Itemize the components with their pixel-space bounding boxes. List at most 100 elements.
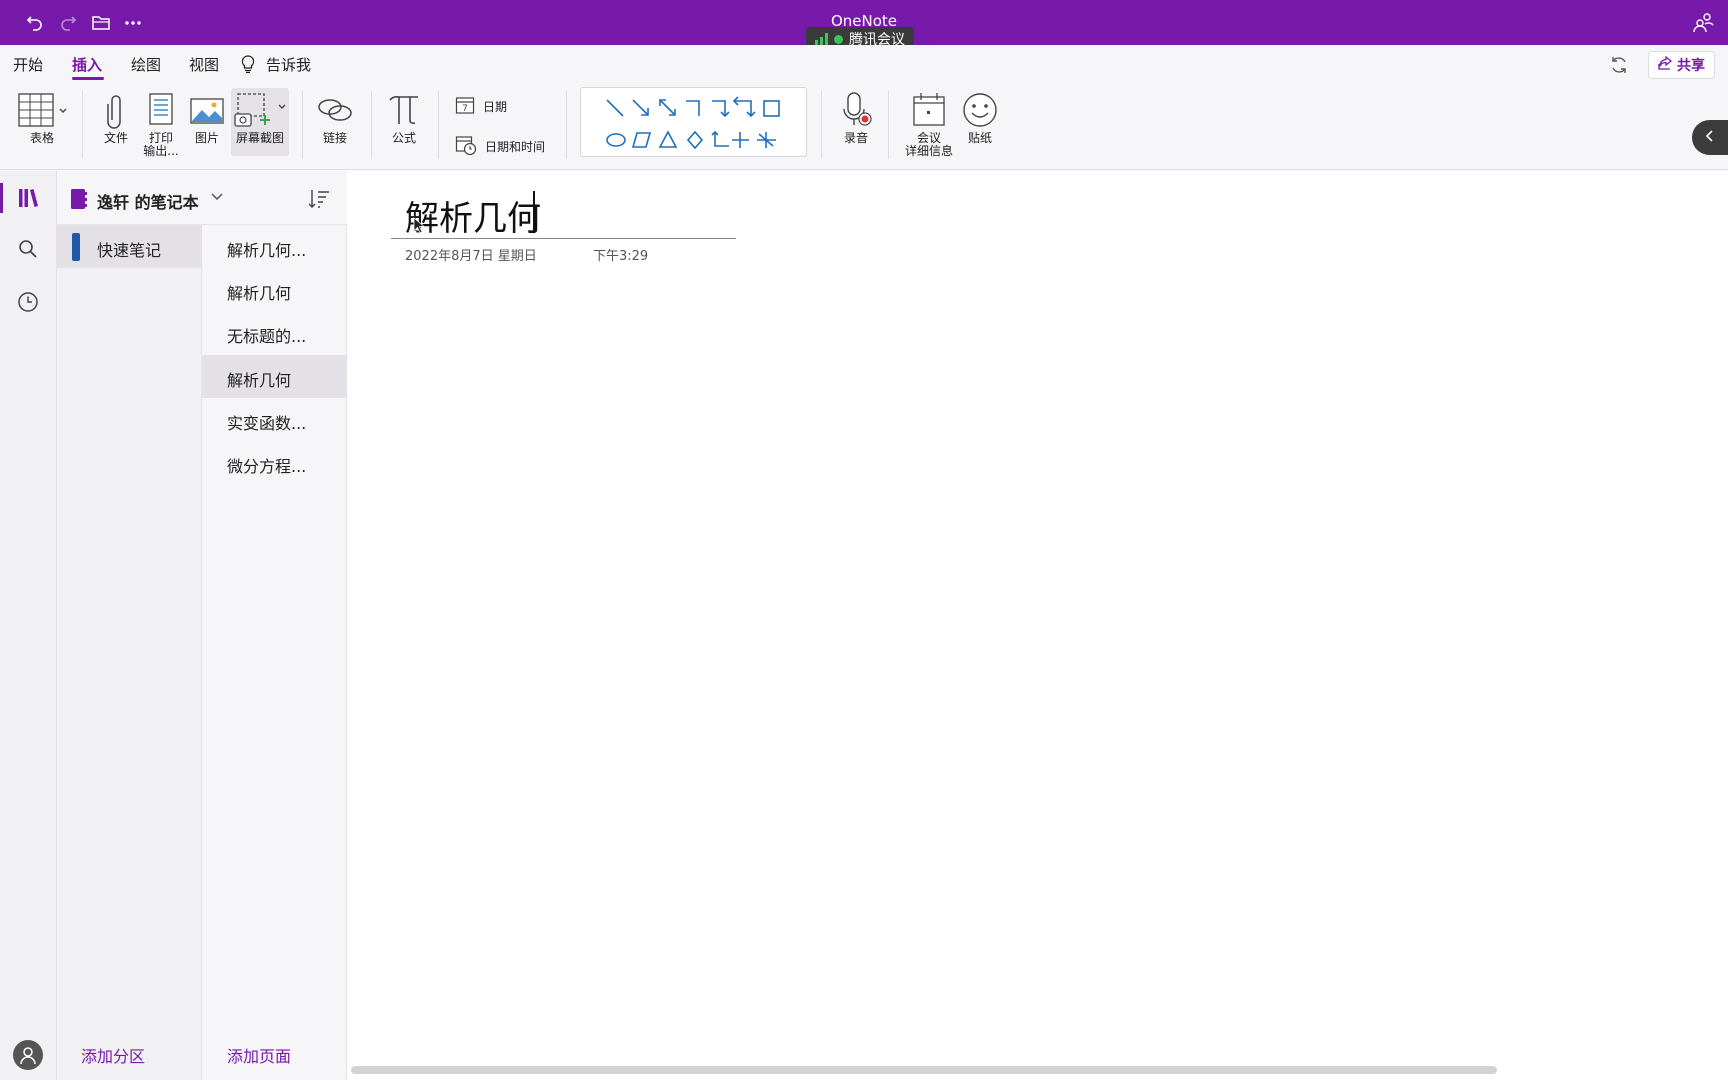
notebook-icon: [69, 188, 89, 214]
calendar-clock-icon: [455, 134, 477, 159]
share-button[interactable]: 共享: [1648, 51, 1715, 79]
insert-picture-button[interactable]: 图片: [186, 88, 228, 145]
sort-icon[interactable]: [307, 187, 331, 215]
ribbon-divider: [566, 91, 567, 159]
shapes-gallery[interactable]: [580, 87, 807, 157]
navigation-rail: [0, 171, 57, 1080]
page-item[interactable]: 无标题的...: [202, 311, 347, 354]
meeting-calendar-icon: [911, 88, 947, 132]
screenshot-label: 屏幕截图: [235, 131, 284, 145]
double-arrow-shape-icon[interactable]: [659, 99, 676, 116]
active-nav-indicator: [0, 183, 3, 213]
smiley-icon: [961, 88, 999, 132]
insert-equation-button[interactable]: 公式: [382, 88, 426, 145]
tab-draw[interactable]: 绘图: [131, 54, 161, 75]
table-icon: [17, 88, 69, 132]
sticker-button[interactable]: 贴纸: [958, 88, 1002, 145]
rectangle-shape-icon[interactable]: [763, 100, 780, 117]
line-shape-icon[interactable]: [606, 99, 624, 117]
chevron-down-icon[interactable]: [210, 189, 224, 207]
notebooks-icon[interactable]: [14, 184, 42, 212]
page-label: 解析几何...: [227, 241, 307, 260]
elbow-double-arrow-shape-icon[interactable]: [732, 96, 756, 118]
insert-date-button[interactable]: 7 日期: [455, 95, 507, 118]
menu-bar: [0, 45, 1728, 81]
parallelogram-shape-icon[interactable]: [631, 132, 652, 148]
record-audio-button[interactable]: 录音: [834, 88, 878, 145]
insert-table-button[interactable]: 表格: [14, 88, 72, 145]
add-page-button[interactable]: 添加页面: [227, 1043, 291, 1067]
datetime-label: 日期和时间: [485, 140, 546, 154]
active-tab-indicator: [72, 77, 104, 80]
meeting-details-button[interactable]: 会议 详细信息: [900, 88, 958, 158]
status-dot-icon: [834, 34, 843, 44]
link-label: 链接: [322, 131, 347, 145]
chevron-left-icon: [1705, 129, 1715, 147]
pi-icon: [387, 88, 421, 132]
page-label: 微分方程...: [227, 457, 307, 476]
notebook-header[interactable]: 逸轩 的笔记本: [57, 171, 347, 225]
axis-3d-shape-icon[interactable]: [757, 132, 776, 148]
calendar-icon: 7: [455, 95, 475, 118]
tab-insert[interactable]: 插入: [72, 54, 102, 75]
insert-file-button[interactable]: 文件: [96, 88, 136, 145]
screenshot-button[interactable]: 屏幕截图: [231, 88, 289, 156]
ribbon-divider: [438, 91, 439, 159]
tab-view[interactable]: 视图: [189, 54, 219, 75]
title-underline: [391, 238, 736, 239]
page-title[interactable]: 解析几何: [405, 191, 541, 240]
share-label: 共享: [1677, 58, 1705, 74]
search-icon[interactable]: [14, 235, 42, 263]
horizontal-scrollbar[interactable]: [351, 1066, 1497, 1074]
elbow-connector-shape-icon[interactable]: [686, 100, 700, 116]
add-section-button[interactable]: 添加分区: [81, 1043, 145, 1067]
sections-pane: 快速笔记 添加分区: [57, 225, 202, 1080]
recent-clock-icon[interactable]: [14, 288, 42, 316]
page-label: 实变函数...: [227, 414, 307, 433]
ribbon-divider: [82, 91, 83, 159]
page-label: 无标题的...: [227, 327, 307, 346]
page-item[interactable]: 实变函数...: [202, 398, 347, 441]
notebook-name[interactable]: 逸轩 的笔记本: [97, 189, 199, 213]
ellipse-shape-icon[interactable]: [606, 133, 626, 147]
page-item[interactable]: 解析几何...: [202, 225, 347, 268]
page-item-selected[interactable]: 解析几何: [202, 355, 347, 398]
page-canvas[interactable]: 解析几何 2022年8月7日 星期日 下午3:29: [347, 171, 1728, 1080]
section-item[interactable]: 快速笔记: [57, 225, 202, 268]
account-avatar-icon[interactable]: [13, 1040, 43, 1070]
date-label: 日期: [483, 100, 508, 114]
mouse-pointer-icon: [413, 217, 426, 239]
link-icon: [316, 88, 354, 132]
ribbon-divider: [888, 91, 889, 159]
page-label: 解析几何: [227, 371, 292, 390]
elbow-arrow-shape-icon[interactable]: [712, 100, 730, 118]
page-date: 2022年8月7日 星期日: [405, 249, 537, 264]
ribbon-divider: [821, 91, 822, 159]
axis-cross-shape-icon[interactable]: [732, 132, 749, 148]
insert-datetime-button[interactable]: 日期和时间: [455, 134, 545, 159]
axis-2d-shape-icon[interactable]: [711, 130, 729, 147]
insert-link-button[interactable]: 链接: [313, 88, 357, 145]
microphone-icon: [838, 88, 874, 132]
triangle-shape-icon[interactable]: [658, 130, 678, 148]
sync-icon[interactable]: [1608, 54, 1630, 80]
collaborators-icon[interactable]: [1692, 11, 1714, 37]
diamond-shape-icon[interactable]: [686, 130, 704, 150]
page-item[interactable]: 解析几何: [202, 268, 347, 311]
tab-home[interactable]: 开始: [13, 54, 43, 75]
share-icon: [1658, 55, 1673, 74]
paperclip-icon: [106, 88, 126, 132]
page-label: 解析几何: [227, 284, 292, 303]
file-label: 文件: [103, 131, 128, 145]
tab-tell-me[interactable]: 告诉我: [266, 54, 311, 75]
ribbon-divider: [302, 91, 303, 159]
printout-icon: [146, 88, 176, 132]
page-item[interactable]: 微分方程...: [202, 441, 347, 484]
signal-icon: [815, 33, 828, 45]
insert-printout-button[interactable]: 打印 输出...: [138, 88, 184, 158]
pages-pane: 解析几何... 解析几何 无标题的... 解析几何 实变函数... 微分方程..…: [202, 225, 347, 1080]
sticker-label: 贴纸: [967, 131, 992, 145]
section-color-tab: [72, 233, 80, 261]
collapse-panel-button[interactable]: [1692, 120, 1728, 155]
arrow-shape-icon[interactable]: [632, 99, 649, 116]
